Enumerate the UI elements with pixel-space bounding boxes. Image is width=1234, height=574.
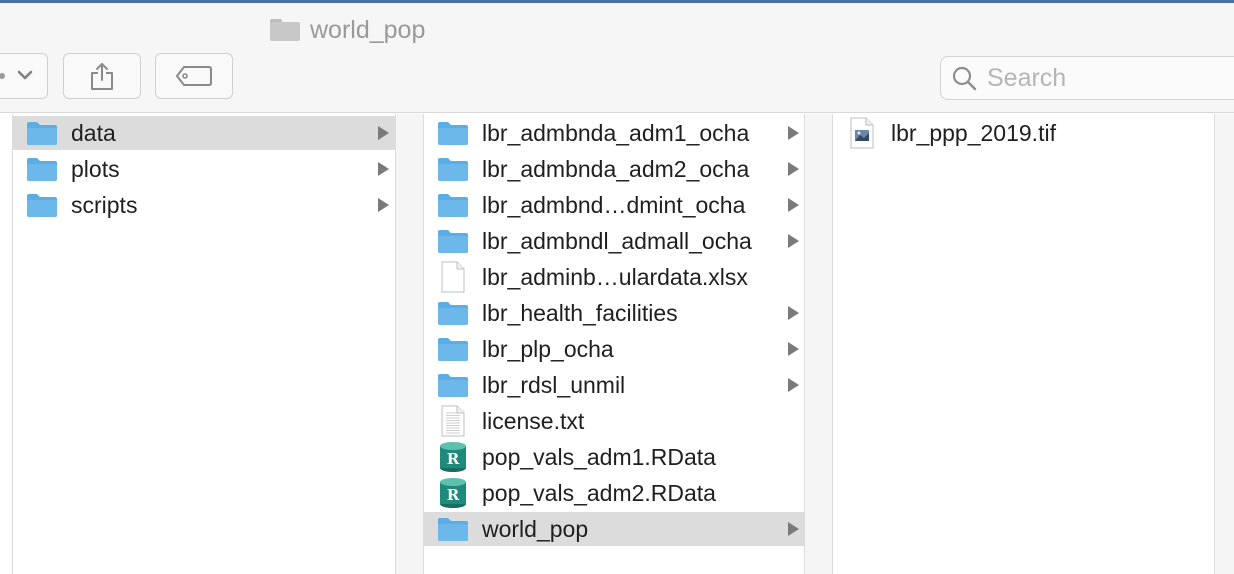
folder-icon [436, 191, 470, 219]
folder-icon [436, 119, 470, 147]
column-divider [395, 114, 396, 574]
column-divider [1214, 114, 1215, 574]
chevron-right-icon [788, 306, 799, 320]
folder-icon [436, 335, 470, 363]
chevron-right-icon [788, 198, 799, 212]
list-item-label: lbr_admbnda_adm2_ocha [482, 155, 750, 182]
list-item-label: lbr_admbnda_adm1_ocha [482, 119, 750, 146]
window-title-text: world_pop [310, 15, 426, 44]
text-document-icon [436, 405, 470, 437]
list-item-label: plots [71, 155, 120, 182]
list-item-label: lbr_health_facilities [482, 299, 678, 326]
column-divider [804, 114, 805, 574]
folder-icon [25, 155, 59, 183]
chevron-down-icon [0, 70, 33, 80]
window-title: world_pop [270, 15, 425, 45]
list-item[interactable]: lbr_admbnda_adm1_ocha [424, 116, 804, 150]
list-item[interactable]: lbr_plp_ocha [424, 332, 804, 366]
folder-icon [270, 19, 300, 41]
folder-icon [436, 155, 470, 183]
chevron-right-icon [788, 162, 799, 176]
list-item[interactable]: lbr_ppp_2019.tif [833, 116, 1214, 150]
folder-icon [436, 371, 470, 399]
folder-icon [25, 119, 59, 147]
list-item[interactable]: lbr_admbndl_admall_ocha [424, 224, 804, 258]
chevron-right-icon [788, 522, 799, 536]
rdata-file-icon: R [436, 478, 470, 508]
list-item-label: lbr_plp_ocha [482, 335, 614, 362]
search-field[interactable] [940, 56, 1234, 100]
column-browser: data plots scripts lbr_admbnda_adm1_ocha lb… [0, 114, 1234, 574]
search-input[interactable] [987, 63, 1234, 93]
tag-icon [176, 66, 212, 86]
view-options-button[interactable] [0, 53, 48, 99]
toolbar: world_pop [0, 3, 1234, 113]
list-item-label: world_pop [482, 515, 589, 542]
list-item-label: pop_vals_adm1.RData [482, 443, 716, 470]
share-icon [91, 63, 113, 90]
list-item-label: data [71, 119, 116, 146]
column-gap [1215, 114, 1234, 574]
search-icon [952, 66, 977, 91]
list-item-label: lbr_rdsl_unmil [482, 371, 626, 398]
folder-icon [436, 227, 470, 255]
tags-button[interactable] [155, 53, 233, 99]
list-item[interactable]: license.txt [424, 404, 804, 438]
chevron-right-icon [788, 234, 799, 248]
list-item[interactable]: lbr_adminb…ulardata.xlsx [424, 260, 804, 294]
list-item[interactable]: Rpop_vals_adm2.RData [424, 476, 804, 510]
list-item[interactable]: lbr_admbnda_adm2_ocha [424, 152, 804, 186]
chevron-right-icon [788, 126, 799, 140]
list-item-label: pop_vals_adm2.RData [482, 479, 716, 506]
column-gap [805, 114, 832, 574]
list-item-label: license.txt [482, 407, 585, 434]
folder-icon [436, 299, 470, 327]
document-icon [436, 261, 470, 293]
chevron-right-icon [378, 198, 389, 212]
list-item-label: lbr_adminb…ulardata.xlsx [482, 263, 748, 290]
chevron-right-icon [378, 126, 389, 140]
image-file-icon [845, 117, 879, 149]
rdata-file-icon: R [436, 442, 470, 472]
list-item[interactable]: plots [13, 152, 395, 186]
list-item-label: scripts [71, 191, 138, 218]
list-item[interactable]: lbr_health_facilities [424, 296, 804, 330]
list-item[interactable]: lbr_admbnd…dmint_ocha [424, 188, 804, 222]
folder-icon [436, 515, 470, 543]
list-item[interactable]: lbr_rdsl_unmil [424, 368, 804, 402]
column-gap [396, 114, 423, 574]
chevron-right-icon [788, 342, 799, 356]
list-item-label: lbr_ppp_2019.tif [891, 119, 1056, 146]
svg-text:R: R [447, 486, 460, 504]
folder-icon [25, 191, 59, 219]
column-divider [832, 114, 833, 574]
chevron-right-icon [378, 162, 389, 176]
list-item-label: lbr_admbnd…dmint_ocha [482, 191, 746, 218]
list-item[interactable]: world_pop [424, 512, 804, 546]
list-item[interactable]: scripts [13, 188, 395, 222]
chevron-right-icon [788, 378, 799, 392]
share-button[interactable] [63, 53, 141, 99]
svg-text:R: R [447, 450, 460, 468]
list-item[interactable]: Rpop_vals_adm1.RData [424, 440, 804, 474]
list-item[interactable]: data [13, 116, 395, 150]
list-item-label: lbr_admbndl_admall_ocha [482, 227, 752, 254]
